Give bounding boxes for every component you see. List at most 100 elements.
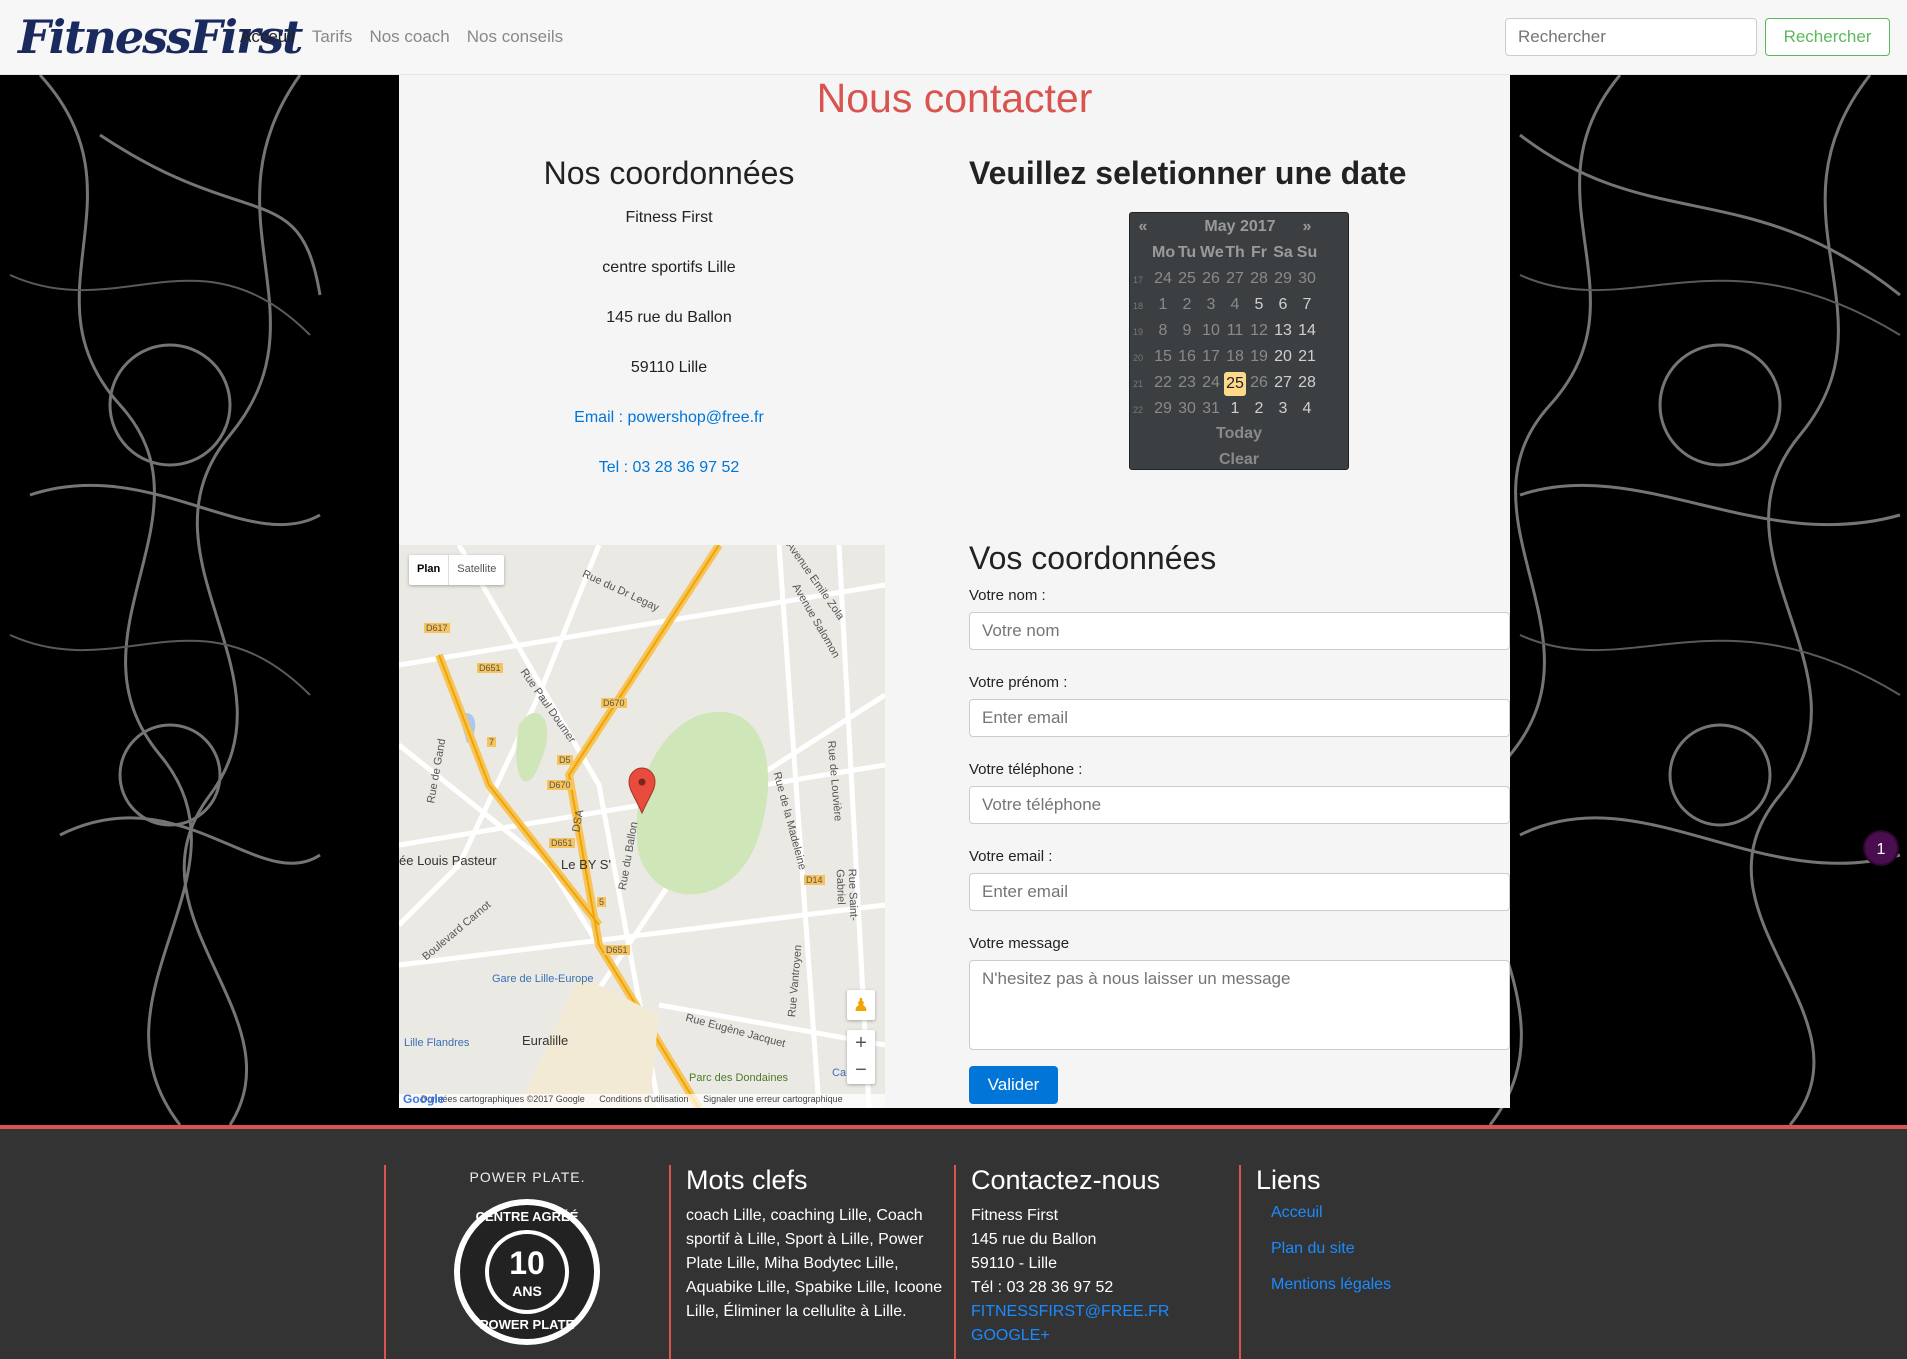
calendar-day[interactable]: 12 — [1248, 322, 1270, 340]
calendar-day[interactable]: 27 — [1224, 270, 1246, 288]
footer-contact-column: Contactez-nous Fitness First 145 rue du … — [954, 1165, 1239, 1359]
calendar-day[interactable]: 25 — [1224, 372, 1246, 396]
nav-link-acceuil[interactable]: Acceuil — [240, 27, 295, 47]
calendar-day[interactable]: 23 — [1176, 374, 1198, 392]
calendar-day[interactable]: 24 — [1200, 374, 1222, 392]
street-view-pegman-icon[interactable]: ♟ — [847, 990, 875, 1020]
calendar-day[interactable]: 6 — [1272, 296, 1294, 314]
footer-google-link[interactable]: GOOGLE+ — [971, 1327, 1050, 1344]
month-label[interactable]: May 2017 — [1170, 218, 1310, 236]
footer-contact-line: Fitness First — [971, 1207, 1059, 1224]
calendar-day[interactable]: 2 — [1176, 296, 1198, 314]
next-month-button[interactable]: » — [1296, 218, 1318, 236]
calendar-day[interactable]: 2 — [1248, 400, 1270, 418]
calendar-day[interactable]: 15 — [1152, 348, 1174, 366]
calendar-day[interactable]: 18 — [1224, 348, 1246, 366]
footer-email-link[interactable]: FITNESSFIRST@FREE.FR — [971, 1303, 1169, 1320]
calendar-day[interactable]: 5 — [1248, 296, 1270, 314]
calendar-day[interactable]: 30 — [1296, 270, 1318, 288]
map-place-label: Ca — [832, 1067, 847, 1079]
telephone-input[interactable] — [969, 786, 1510, 824]
contact-subtitle: centre sportifs Lille — [602, 259, 736, 276]
prenom-input[interactable] — [969, 699, 1510, 737]
calendar-day[interactable]: 28 — [1296, 374, 1318, 392]
nom-label: Votre nom : — [969, 587, 1046, 604]
today-button[interactable]: Today — [1130, 425, 1348, 443]
map-report-link[interactable]: Signaler une erreur cartographique — [703, 1094, 843, 1104]
map-attribution: Données cartographiques ©2017 Google Con… — [399, 1094, 885, 1108]
submit-button[interactable]: Valider — [969, 1066, 1058, 1104]
message-textarea[interactable] — [969, 960, 1510, 1050]
calendar-day[interactable]: 16 — [1176, 348, 1198, 366]
clear-button[interactable]: Clear — [1130, 451, 1348, 469]
calendar-day[interactable]: 29 — [1272, 270, 1294, 288]
zoom-in-button[interactable]: + — [847, 1030, 875, 1057]
calendar-day[interactable]: 31 — [1200, 400, 1222, 418]
calendar-day[interactable]: 29 — [1152, 400, 1174, 418]
nav-link-nos-coach[interactable]: Nos coach — [369, 27, 449, 47]
footer-link-plan-du-site[interactable]: Plan du site — [1271, 1240, 1355, 1257]
weekday: Sa — [1273, 244, 1293, 261]
message-label: Votre message — [969, 935, 1070, 952]
calendar-day[interactable]: 1 — [1224, 400, 1246, 418]
calendar-day[interactable]: 22 — [1152, 374, 1174, 392]
map-place-label: Gare de Lille-Europe — [492, 973, 594, 985]
map-place-label: Euralille — [522, 1033, 569, 1048]
calendar-day[interactable]: 11 — [1224, 322, 1246, 340]
footer-contact-title: Contactez-nous — [971, 1165, 1161, 1195]
calendar-day[interactable]: 28 — [1248, 270, 1270, 288]
map-terms-link[interactable]: Conditions d'utilisation — [599, 1094, 688, 1104]
map-plan-button[interactable]: Plan — [409, 555, 448, 585]
map-tiles — [399, 545, 885, 1108]
calendar-day[interactable]: 14 — [1296, 322, 1318, 340]
calendar-day[interactable]: 13 — [1272, 322, 1294, 340]
zoom-out-button[interactable]: − — [847, 1057, 875, 1084]
footer-contact-line: Tél : 03 28 36 97 52 — [971, 1279, 1114, 1296]
contact-phone-link[interactable]: Tel : 03 28 36 97 52 — [599, 459, 740, 476]
weekday: We — [1200, 244, 1224, 261]
prev-month-button[interactable]: « — [1132, 218, 1154, 236]
map-place-label: Lille Flandres — [404, 1037, 470, 1049]
map-satellite-button[interactable]: Satellite — [448, 555, 504, 585]
contact-email-link[interactable]: Email : powershop@free.fr — [574, 409, 764, 426]
nav-link-nos-conseils[interactable]: Nos conseils — [467, 27, 563, 47]
footer-link-mentions-legales[interactable]: Mentions légales — [1271, 1276, 1391, 1293]
calendar-day[interactable]: 3 — [1200, 296, 1222, 314]
calendar-day[interactable]: 10 — [1200, 322, 1222, 340]
nav-link-tarifs[interactable]: Tarifs — [312, 27, 353, 47]
map-place-label: Parc des Dondaines — [689, 1072, 789, 1084]
nav-links: Acceuil Tarifs Nos coach Nos conseils — [240, 27, 563, 47]
calendar-day[interactable]: 25 — [1176, 270, 1198, 288]
nom-input[interactable] — [969, 612, 1510, 650]
email-input[interactable] — [969, 873, 1510, 911]
calendar-day[interactable]: 19 — [1248, 348, 1270, 366]
calendar-day[interactable]: 27 — [1272, 374, 1294, 392]
calendar-day[interactable]: 30 — [1176, 400, 1198, 418]
footer-link-acceuil[interactable]: Acceuil — [1271, 1204, 1323, 1221]
calendar-day[interactable]: 24 — [1152, 270, 1174, 288]
search-input[interactable] — [1505, 18, 1757, 56]
calendar-day[interactable]: 9 — [1176, 322, 1198, 340]
navbar: FitnessFirst Acceuil Tarifs Nos coach No… — [0, 0, 1907, 75]
calendar-day[interactable]: 21 — [1296, 348, 1318, 366]
calendar-day[interactable]: 26 — [1200, 270, 1222, 288]
map-place-label: Le BY S' — [561, 857, 611, 872]
search-button[interactable]: Rechercher — [1765, 18, 1890, 56]
calendar-day[interactable]: 8 — [1152, 322, 1174, 340]
week-number: 19 — [1133, 327, 1144, 337]
calendar-day[interactable]: 1 — [1152, 296, 1174, 314]
map-road-badge: D651 — [604, 945, 630, 955]
notification-badge[interactable]: 1 — [1863, 830, 1899, 866]
calendar-day[interactable]: 4 — [1296, 400, 1318, 418]
map-zoom-control: + − — [847, 1030, 875, 1084]
map-road-badge: 5 — [597, 897, 607, 907]
calendar-day[interactable]: 7 — [1296, 296, 1318, 314]
calendar-day[interactable]: 20 — [1272, 348, 1294, 366]
calendar-day[interactable]: 26 — [1248, 374, 1270, 392]
calendar-day[interactable]: 17 — [1200, 348, 1222, 366]
map-road-badge: D5 — [557, 755, 573, 765]
google-map[interactable]: Rue du Dr Legay Avenue Emile Zola Avenue… — [399, 545, 885, 1108]
calendar-day[interactable]: 4 — [1224, 296, 1246, 314]
calendar-day[interactable]: 3 — [1272, 400, 1294, 418]
footer: POWER PLATE. CENTRE AGRÉÉ 10 ANS POWER P… — [0, 1125, 1907, 1359]
